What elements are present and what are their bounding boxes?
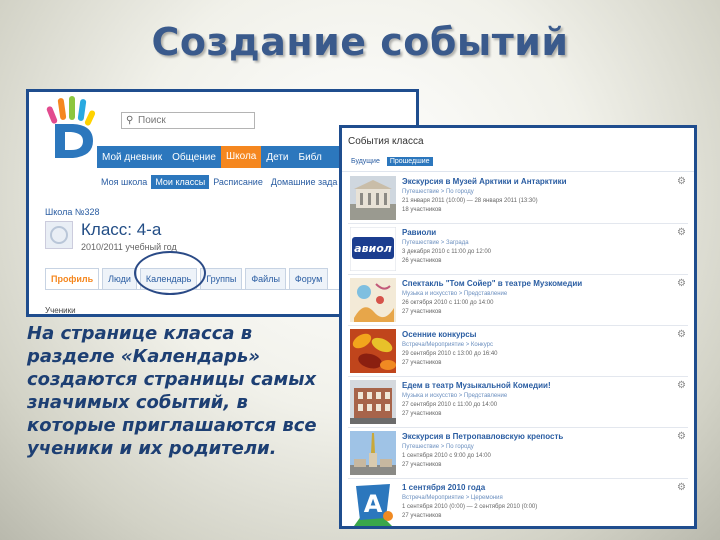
events-title: События класса bbox=[348, 136, 424, 147]
event-date: 26 октября 2010 с 11:00 до 14:00 bbox=[402, 300, 494, 306]
events-divider bbox=[342, 171, 694, 172]
ravioli-logo: авиол bbox=[350, 227, 396, 271]
event-date: 1 сентября 2010 с 9:00 до 14:00 bbox=[402, 453, 491, 459]
drawing-thumbnail bbox=[350, 278, 396, 322]
theatre-photo bbox=[350, 380, 396, 424]
event-category: Встреча/Мероприятие > Церемония bbox=[402, 495, 503, 501]
class-events-screenshot: События класса Будущие Прошедшие Экскурс… bbox=[339, 125, 697, 529]
event-title[interactable]: 1 сентября 2010 года bbox=[402, 483, 485, 492]
nav-my-diary[interactable]: Мой дневник bbox=[97, 152, 167, 163]
school-link[interactable]: Школа №328 bbox=[45, 207, 100, 217]
calendar-highlight-circle bbox=[134, 251, 206, 295]
event-participants: 27 участников bbox=[402, 309, 442, 315]
gear-icon[interactable]: ⚙ bbox=[677, 278, 686, 289]
event-item[interactable]: Экскурсия в Петропавловскую крепость Пут… bbox=[348, 429, 688, 479]
event-item[interactable]: Едем в театр Музыкальной Комедии! Музыка… bbox=[348, 378, 688, 428]
event-title[interactable]: Осенние конкурсы bbox=[402, 330, 477, 339]
ravioli-logo-text: авиол bbox=[354, 242, 392, 255]
subnav-homework[interactable]: Домашние зада bbox=[267, 175, 342, 189]
event-title[interactable]: Едем в театр Музыкальной Комедии! bbox=[402, 381, 551, 390]
nav-children[interactable]: Дети bbox=[261, 152, 293, 163]
tab-profile[interactable]: Профиль bbox=[45, 268, 100, 289]
gear-icon[interactable]: ⚙ bbox=[677, 482, 686, 493]
event-participants: 27 участников bbox=[402, 360, 442, 366]
subnav-my-school[interactable]: Моя школа bbox=[97, 175, 151, 189]
event-item[interactable]: авиол Равиоли Путешествие > Заграда 3 де… bbox=[348, 225, 688, 275]
event-participants: 26 участников bbox=[402, 258, 442, 264]
tab-groups[interactable]: Группы bbox=[200, 268, 243, 289]
event-participants: 27 участников bbox=[402, 462, 442, 468]
letter-a-text: A bbox=[364, 490, 383, 518]
museum-photo bbox=[350, 176, 396, 220]
event-date: 3 декабря 2010 с 11:00 до 12:00 bbox=[402, 249, 491, 255]
nav-school[interactable]: Школа bbox=[220, 146, 262, 168]
event-category: Музыка и искусство > Представление bbox=[402, 393, 508, 399]
event-date: 27 сентября 2010 с 11:00 до 14:00 bbox=[402, 402, 498, 408]
event-title[interactable]: Равиоли bbox=[402, 228, 436, 237]
gear-icon[interactable]: ⚙ bbox=[677, 227, 686, 238]
letter-a-picture: A bbox=[350, 482, 396, 526]
event-category: Путешествие > По городу bbox=[402, 189, 474, 195]
event-category: Путешествие > Заграда bbox=[402, 240, 469, 246]
event-item[interactable]: Спектакль "Том Сойер" в театре Музкомеди… bbox=[348, 276, 688, 326]
event-category: Путешествие > По городу bbox=[402, 444, 474, 450]
event-category: Встреча/Мероприятие > Конкурс bbox=[402, 342, 493, 348]
tab-files[interactable]: Файлы bbox=[245, 268, 286, 289]
event-date: 21 января 2011 (10:00) — 28 января 2011 … bbox=[402, 198, 538, 204]
fortress-photo bbox=[350, 431, 396, 475]
tab-upcoming[interactable]: Будущие bbox=[348, 157, 383, 166]
event-participants: 18 участников bbox=[402, 207, 442, 213]
subnav-my-classes[interactable]: Мои классы bbox=[151, 175, 210, 189]
event-category: Музыка и искусство > Представление bbox=[402, 291, 508, 297]
event-item[interactable]: Экскурсия в Музей Арктики и Антарктики П… bbox=[348, 174, 688, 224]
gear-icon[interactable]: ⚙ bbox=[677, 176, 686, 187]
nav-library[interactable]: Библ bbox=[294, 152, 327, 163]
tab-people[interactable]: Люди bbox=[102, 268, 137, 289]
event-participants: 27 участников bbox=[402, 513, 442, 519]
search-placeholder: Поиск bbox=[138, 115, 166, 126]
event-title[interactable]: Экскурсия в Музей Арктики и Антарктики bbox=[402, 177, 567, 186]
slide-title: Создание событий bbox=[151, 20, 569, 64]
search-icon: ⚲ bbox=[126, 115, 134, 126]
event-title[interactable]: Экскурсия в Петропавловскую крепость bbox=[402, 432, 563, 441]
search-input[interactable]: ⚲ Поиск bbox=[121, 112, 255, 129]
autumn-leaves-photo bbox=[350, 329, 396, 373]
gear-icon[interactable]: ⚙ bbox=[677, 380, 686, 391]
tab-past[interactable]: Прошедшие bbox=[386, 157, 433, 166]
event-item[interactable]: A 1 сентября 2010 года Встреча/Мероприят… bbox=[348, 480, 688, 526]
class-name: Класс: 4-а bbox=[81, 220, 162, 239]
subnav-schedule[interactable]: Расписание bbox=[209, 175, 267, 189]
caption-text: На странице класса в разделе «Календарь»… bbox=[27, 323, 317, 459]
class-avatar bbox=[45, 221, 73, 249]
smiley-icon bbox=[50, 226, 68, 244]
event-title[interactable]: Спектакль "Том Сойер" в театре Музкомеди… bbox=[402, 279, 582, 288]
students-label: Ученики bbox=[45, 306, 76, 315]
event-date: 1 сентября 2010 (0:00) — 2 сентября 2010… bbox=[402, 504, 538, 510]
gear-icon[interactable]: ⚙ bbox=[677, 329, 686, 340]
event-participants: 27 участников bbox=[402, 411, 442, 417]
gear-icon[interactable]: ⚙ bbox=[677, 431, 686, 442]
tab-forum[interactable]: Форум bbox=[288, 268, 329, 289]
events-tabs: Будущие Прошедшие bbox=[348, 157, 437, 166]
event-item[interactable]: Осенние конкурсы Встреча/Мероприятие > К… bbox=[348, 327, 688, 377]
nav-communication[interactable]: Общение bbox=[167, 152, 221, 163]
event-date: 29 сентября 2010 с 13:00 до 16:40 bbox=[402, 351, 498, 357]
